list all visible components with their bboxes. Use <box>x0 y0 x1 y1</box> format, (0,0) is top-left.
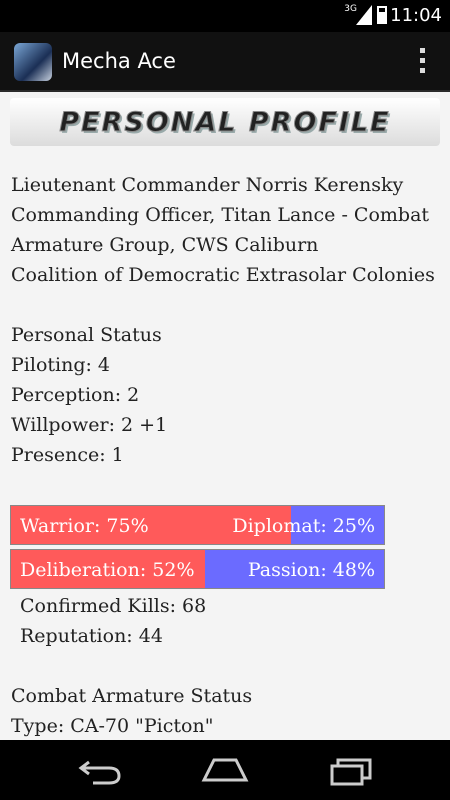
diplomat-label: Diplomat: 25% <box>232 515 375 537</box>
battery-icon <box>377 6 387 24</box>
reputation: Reputation: 44 <box>20 625 163 647</box>
stat-perception: Perception: 2 <box>11 384 140 406</box>
back-icon[interactable] <box>75 752 125 788</box>
warrior-diplomat-bar: Warrior: 75% Diplomat: 25% <box>10 505 385 545</box>
app-logo-icon[interactable] <box>14 43 52 81</box>
action-bar: Mecha Ace <box>0 32 450 92</box>
banner-text: PERSONAL PROFILE <box>59 106 391 138</box>
rank-name: Lieutenant Commander Norris Kerensky <box>11 174 404 196</box>
deliberation-label: Deliberation: 52% <box>20 559 195 581</box>
home-icon[interactable] <box>200 752 250 788</box>
stat-presence: Presence: 1 <box>11 444 124 466</box>
deliberation-passion-bar: Deliberation: 52% Passion: 48% <box>10 549 385 589</box>
overflow-menu-icon[interactable] <box>420 48 426 76</box>
assignment-line-2: Armature Group, CWS Caliburn <box>11 234 319 256</box>
stat-willpower: Willpower: 2 +1 <box>11 414 168 436</box>
profile-content[interactable]: PERSONAL PROFILE Lieutenant Commander No… <box>0 92 450 740</box>
armature-type: Type: CA-70 "Picton" <box>11 715 214 737</box>
faction: Coalition of Democratic Extrasolar Colon… <box>11 264 435 286</box>
combat-armature-heading: Combat Armature Status <box>11 685 253 707</box>
stat-piloting: Piloting: 4 <box>11 354 111 376</box>
clock: 11:04 <box>390 5 442 26</box>
recent-apps-icon[interactable] <box>326 752 376 788</box>
passion-label: Passion: 48% <box>247 559 375 581</box>
warrior-label: Warrior: 75% <box>20 515 149 537</box>
signal-icon <box>356 5 372 25</box>
personal-status-heading: Personal Status <box>11 324 162 346</box>
app-title: Mecha Ace <box>62 49 176 73</box>
assignment-line-1: Commanding Officer, Titan Lance - Combat <box>11 204 430 226</box>
navigation-bar <box>0 740 450 800</box>
confirmed-kills: Confirmed Kills: 68 <box>20 595 207 617</box>
personal-profile-banner: PERSONAL PROFILE <box>10 98 440 146</box>
status-bar: 3G 11:04 <box>0 0 450 32</box>
